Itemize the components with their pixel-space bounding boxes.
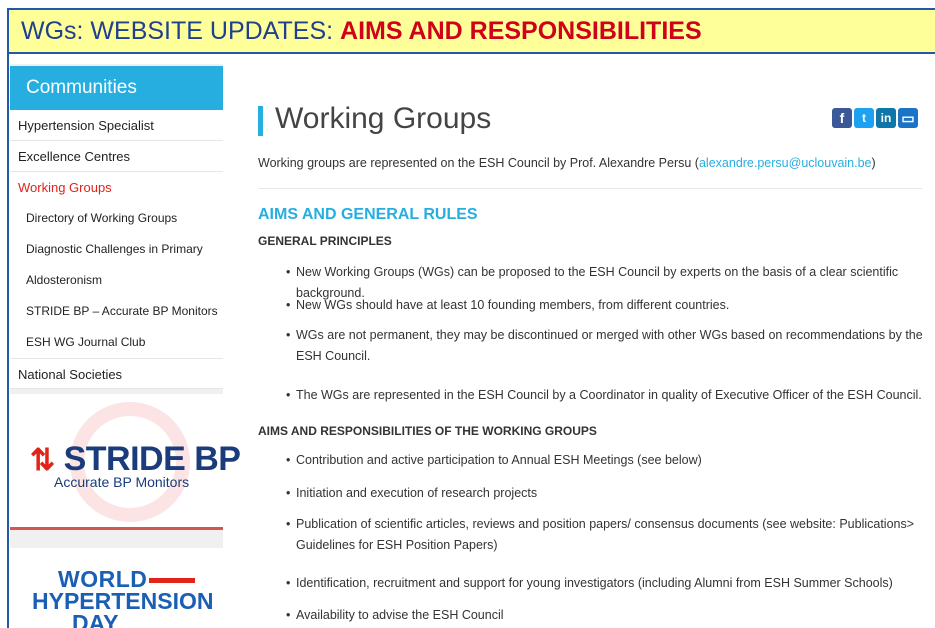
list-item: Identification, recruitment and support … bbox=[286, 573, 926, 605]
sidebar-nav: Hypertension Specialist Excellence Centr… bbox=[10, 110, 223, 389]
sidebar-item-directory[interactable]: Directory of Working Groups bbox=[10, 203, 223, 234]
sidebar-item-national-societies[interactable]: National Societies bbox=[10, 358, 223, 389]
divider bbox=[258, 188, 922, 189]
sidebar-header: Communities bbox=[10, 66, 223, 110]
banner-prefix: WGs: WEBSITE UPDATES: bbox=[21, 17, 341, 45]
email-link[interactable]: alexandre.persu@uclouvain.be bbox=[699, 156, 872, 170]
slide-title-banner: WGs: WEBSITE UPDATES: AIMS AND RESPONSIB… bbox=[7, 8, 935, 54]
page-title: Working Groups bbox=[275, 102, 492, 135]
twitter-icon[interactable]: t bbox=[854, 108, 874, 128]
intro-paragraph: Working groups are represented on the ES… bbox=[258, 156, 876, 170]
linkedin-icon[interactable]: in bbox=[876, 108, 896, 128]
sidebar-item-excellence-centres[interactable]: Excellence Centres bbox=[10, 141, 223, 172]
sidebar-item-aldosteronism[interactable]: Aldosteronism bbox=[10, 265, 223, 296]
list-item: New WGs should have at least 10 founding… bbox=[286, 295, 926, 325]
print-icon[interactable]: ▭ bbox=[898, 108, 918, 128]
stride-arrows-icon: ⇅ bbox=[30, 444, 55, 477]
banner-highlight: AIMS AND RESPONSIBILITIES bbox=[340, 17, 702, 45]
stride-subtitle: Accurate BP Monitors bbox=[54, 474, 190, 490]
principles-list: New Working Groups (WGs) can be proposed… bbox=[286, 262, 926, 406]
facebook-icon[interactable]: f bbox=[832, 108, 852, 128]
world-line3: DAY bbox=[72, 610, 119, 628]
sidebar-item-stride-bp[interactable]: STRIDE BP – Accurate BP Monitors bbox=[10, 296, 223, 327]
aims-heading: AIMS AND RESPONSIBILITIES OF THE WORKING… bbox=[258, 424, 597, 438]
stride-title-text: STRIDE BP bbox=[63, 440, 241, 478]
list-item: The WGs are represented in the ESH Counc… bbox=[286, 385, 926, 406]
world-hypertension-day-banner[interactable]: WORLD HYPERTENSION DAY bbox=[10, 548, 223, 628]
list-item: Contribution and active participation to… bbox=[286, 450, 926, 483]
sidebar-item-hypertension-specialist[interactable]: Hypertension Specialist bbox=[10, 110, 223, 141]
world-line2: HYPERTENSION bbox=[32, 588, 214, 614]
share-buttons: f t in ▭ bbox=[832, 108, 918, 128]
list-item: Publication of scientific articles, revi… bbox=[286, 514, 926, 573]
aims-list: Contribution and active participation to… bbox=[286, 450, 926, 626]
slide-frame-border bbox=[7, 54, 9, 628]
principles-heading: GENERAL PRINCIPLES bbox=[258, 234, 392, 248]
stride-bp-banner[interactable]: ⇅ STRIDE BP Accurate BP Monitors bbox=[10, 394, 241, 530]
list-item: WGs are not permanent, they may be disco… bbox=[286, 325, 926, 385]
list-item: New Working Groups (WGs) can be proposed… bbox=[286, 262, 926, 300]
list-item: Availability to advise the ESH Council bbox=[286, 605, 926, 626]
red-bar bbox=[149, 578, 196, 584]
sidebar-item-journal-club[interactable]: ESH WG Journal Club bbox=[10, 327, 223, 358]
title-accent-bar bbox=[258, 106, 263, 136]
sidebar-item-diagnostic-challenges[interactable]: Diagnostic Challenges in Primary bbox=[10, 234, 223, 265]
list-item: Initiation and execution of research pro… bbox=[286, 483, 926, 514]
section-heading: AIMS AND GENERAL RULES bbox=[258, 206, 478, 223]
sidebar-item-working-groups[interactable]: Working Groups bbox=[10, 172, 223, 203]
